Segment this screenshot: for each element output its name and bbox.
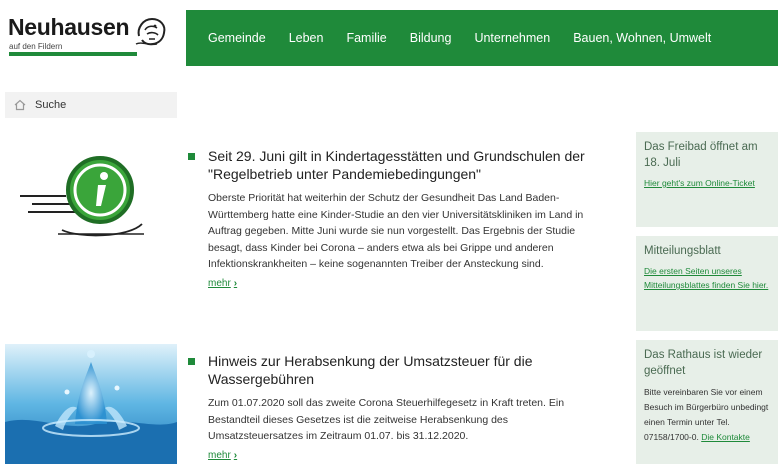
sidebar-box-mitteilungsblatt: Mitteilungsblatt Die ersten Seiten unser… xyxy=(636,236,778,331)
sidebar-box-freibad: Das Freibad öffnet am 18. Juli Hier geht… xyxy=(636,132,778,227)
chevron-right-icon: › xyxy=(233,277,238,289)
sidebar-title: Mitteilungsblatt xyxy=(644,245,721,257)
more-link[interactable]: mehr › xyxy=(208,450,237,461)
lion-crest-icon xyxy=(135,17,166,46)
article-title[interactable]: Hinweis zur Herabsenkung der Umsatzsteue… xyxy=(208,352,598,388)
sidebar-box-rathaus: Das Rathaus ist wieder geöffnet Bitte ve… xyxy=(636,340,778,464)
nav-bildung[interactable]: Bildung xyxy=(410,31,452,45)
nav-gemeinde[interactable]: Gemeinde xyxy=(208,31,266,45)
bullet-icon xyxy=(188,153,195,160)
mitteilungsblatt-link[interactable]: Die ersten Seiten unseres Mitteilungsbla… xyxy=(644,264,772,292)
news-article: Seit 29. Juni gilt in Kindertagesstätten… xyxy=(188,147,598,291)
article-title[interactable]: Seit 29. Juni gilt in Kindertagesstätten… xyxy=(208,147,598,183)
news-article: Hinweis zur Herabsenkung der Umsatzsteue… xyxy=(188,352,598,463)
more-label: mehr xyxy=(208,449,231,461)
logo-title: Neuhausen xyxy=(8,14,130,40)
online-ticket-link[interactable]: Hier geht's zum Online-Ticket xyxy=(644,176,772,190)
nav-unternehmen[interactable]: Unternehmen xyxy=(474,31,550,45)
nav-bauen-wohnen-umwelt[interactable]: Bauen, Wohnen, Umwelt xyxy=(573,31,711,45)
search-label: Suche xyxy=(35,99,67,111)
search-button[interactable]: Suche xyxy=(5,92,177,118)
bullet-icon xyxy=(188,358,195,365)
more-label: mehr xyxy=(208,277,231,289)
site-logo[interactable]: Neuhausen auf den Fildern xyxy=(6,12,176,60)
article-body: Oberste Priorität hat weiterhin der Schu… xyxy=(208,192,584,270)
logo-underline xyxy=(9,52,137,56)
more-link[interactable]: mehr › xyxy=(208,278,237,289)
nav-familie[interactable]: Familie xyxy=(346,31,386,45)
water-splash-image xyxy=(5,344,177,464)
nav-leben[interactable]: Leben xyxy=(289,31,324,45)
sidebar-title: Das Rathaus ist wieder geöffnet xyxy=(644,349,763,377)
kontakte-link[interactable]: Die Kontakte xyxy=(701,432,750,442)
chevron-right-icon: › xyxy=(233,449,238,461)
sidebar-text: Bitte vereinbaren Sie vor einem Besuch i… xyxy=(644,385,772,445)
article-body: Zum 01.07.2020 soll das zweite Corona St… xyxy=(208,397,565,442)
info-illustration xyxy=(20,156,144,237)
main-navigation: Gemeinde Leben Familie Bildung Unternehm… xyxy=(186,10,778,66)
logo-subtitle: auf den Fildern xyxy=(9,42,63,51)
home-icon xyxy=(14,99,26,111)
sidebar-title: Das Freibad öffnet am 18. Juli xyxy=(644,141,758,169)
